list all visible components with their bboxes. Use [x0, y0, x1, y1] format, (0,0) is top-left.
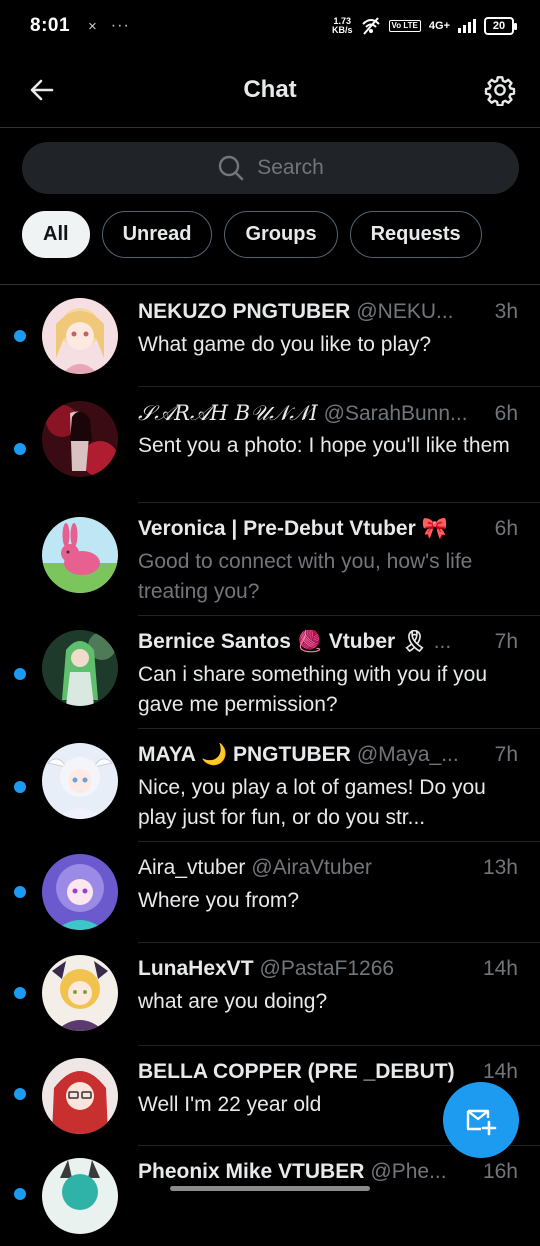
- conversation-row[interactable]: Bernice Santos 🧶 Vtuber 🎗 ... 7h Can i s…: [0, 616, 540, 729]
- battery-icon: 20: [484, 17, 517, 35]
- search-icon: [219, 155, 244, 181]
- network-speed-unit: KB/s: [332, 25, 353, 35]
- conversation-preview: What game do you like to play?: [138, 333, 431, 356]
- gear-icon[interactable]: [484, 74, 516, 106]
- search-input[interactable]: Search: [22, 142, 519, 194]
- unread-dot: [14, 1188, 26, 1200]
- avatar[interactable]: [42, 298, 118, 374]
- conversation-handle: ...: [433, 630, 452, 653]
- filter-all[interactable]: All: [22, 211, 90, 258]
- battery-level: 20: [492, 20, 506, 32]
- conversation-time: 3h: [494, 300, 518, 323]
- conversation-name: Bernice Santos 🧶 Vtuber 🎗: [138, 630, 428, 653]
- conversation-preview: Nice, you play a lot of games! Do you pl…: [138, 776, 486, 829]
- conversation-name: MAYA 🌙 PNGTUBER: [138, 743, 351, 766]
- divider: [0, 284, 540, 285]
- conversation-row[interactable]: Veronica | Pre-Debut Vtuber 🎀 6h Good to…: [0, 503, 540, 616]
- conversation-name: NEKUZO PNGTUBER: [138, 300, 351, 323]
- conversation-time: 6h: [494, 517, 518, 540]
- conversation-preview: what are you doing?: [138, 990, 328, 1013]
- filter-unread[interactable]: Unread: [101, 211, 213, 258]
- avatar[interactable]: [42, 517, 118, 593]
- conversation-preview: Good to connect with you, how's life tre…: [138, 550, 473, 603]
- conversation-name: LunaHexVT: [138, 957, 254, 980]
- unread-dot: [14, 668, 26, 680]
- conversation-name: 𝒮𝒜𝑅𝒜𝐻 𝐵𝒰𝒩𝒩𝐼: [138, 401, 318, 425]
- filter-groups[interactable]: Groups: [224, 211, 338, 258]
- conversation-preview: Where you from?: [138, 889, 300, 912]
- conversation-time: 14h: [482, 957, 518, 980]
- conversation-time: 13h: [482, 856, 518, 879]
- search-placeholder: Search: [257, 156, 324, 179]
- conversation-name: BELLA COPPER (PRE _DEBUT): [138, 1060, 455, 1083]
- conversation-row[interactable]: NEKUZO PNGTUBER @NEKU... 3h What game do…: [0, 286, 540, 387]
- avatar[interactable]: [42, 1058, 118, 1134]
- close-notification-icon: ×: [88, 17, 97, 35]
- new-message-icon: [466, 1109, 497, 1136]
- new-message-button[interactable]: [443, 1082, 519, 1158]
- filter-tabs: All Unread Groups Requests: [22, 211, 482, 258]
- avatar[interactable]: [42, 401, 118, 477]
- conversation-preview: Sent you a photo: I hope you'll like the…: [138, 434, 510, 457]
- conversation-handle: @Phe...: [370, 1160, 447, 1183]
- conversation-handle: @SarahBunn...: [323, 402, 468, 425]
- signal-icon: [458, 19, 476, 33]
- conversation-time: 16h: [482, 1160, 518, 1183]
- conversation-name: Aira_vtuber: [138, 856, 246, 879]
- wifi-off-icon: [361, 17, 380, 35]
- top-bar: Chat: [0, 52, 540, 128]
- status-bar: 8:01 × ··· 1.73 KB/s Vo LTE 4G+ 20: [0, 0, 540, 52]
- unread-dot: [14, 443, 26, 455]
- conversation-row[interactable]: LunaHexVT @PastaF1266 14h what are you d…: [0, 943, 540, 1046]
- conversation-time: 7h: [494, 743, 518, 766]
- conversation-time: 7h: [494, 630, 518, 653]
- arrow-left-icon[interactable]: [26, 74, 58, 106]
- conversation-time: 6h: [494, 402, 518, 425]
- conversation-time: 14h: [482, 1060, 518, 1083]
- network-type: 4G+: [428, 20, 450, 32]
- conversation-handle: @AiraVtuber: [251, 856, 372, 879]
- conversation-name: Veronica | Pre-Debut Vtuber 🎀: [138, 517, 448, 540]
- unread-dot: [14, 781, 26, 793]
- conversation-row[interactable]: Aira_vtuber @AiraVtuber 13h Where you fr…: [0, 842, 540, 943]
- avatar[interactable]: [42, 955, 118, 1031]
- conversation-handle: @NEKU...: [356, 300, 454, 323]
- conversation-row[interactable]: Pheonix Mike VTUBER @Phe... 16h: [0, 1146, 540, 1246]
- avatar[interactable]: [42, 854, 118, 930]
- unread-dot: [14, 330, 26, 342]
- conversation-handle: @Maya_...: [356, 743, 459, 766]
- avatar[interactable]: [42, 630, 118, 706]
- avatar[interactable]: [42, 1158, 118, 1234]
- conversation-handle: @PastaF1266: [259, 957, 395, 980]
- status-time: 8:01: [30, 15, 71, 36]
- page-title: Chat: [243, 75, 297, 103]
- conversation-name: Pheonix Mike VTUBER: [138, 1160, 365, 1183]
- unread-dot: [14, 886, 26, 898]
- more-notifications-icon: ···: [110, 17, 130, 34]
- unread-dot: [14, 1088, 26, 1100]
- volte-badge: Vo LTE: [388, 20, 421, 32]
- conversation-row[interactable]: 𝒮𝒜𝑅𝒜𝐻 𝐵𝒰𝒩𝒩𝐼 @SarahBunn... 6h Sent you a …: [0, 387, 540, 503]
- home-indicator[interactable]: [170, 1186, 370, 1191]
- filter-requests[interactable]: Requests: [349, 211, 482, 258]
- conversation-preview: Can i share something with you if you ga…: [138, 663, 488, 716]
- conversation-row[interactable]: MAYA 🌙 PNGTUBER @Maya_... 7h Nice, you p…: [0, 729, 540, 842]
- network-speed: 1.73 KB/s: [332, 17, 353, 35]
- unread-dot: [14, 987, 26, 999]
- avatar[interactable]: [42, 743, 118, 819]
